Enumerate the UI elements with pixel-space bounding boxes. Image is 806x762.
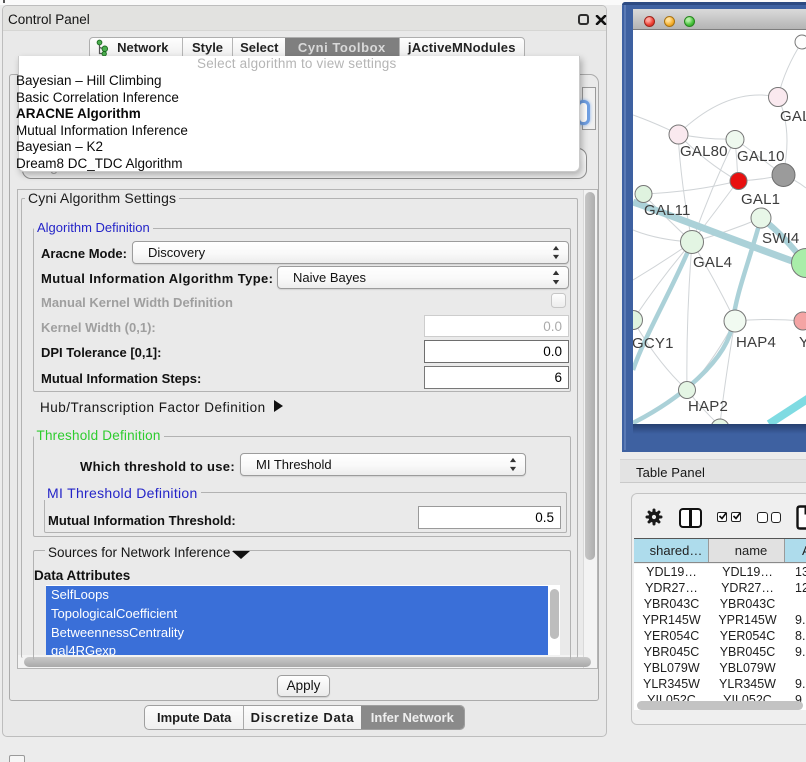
svg-text:GAL11: GAL11 xyxy=(644,202,691,219)
svg-text:Y: Y xyxy=(799,334,806,351)
svg-text:SWI4: SWI4 xyxy=(762,230,799,247)
svg-text:GAL4: GAL4 xyxy=(693,254,732,271)
svg-text:GAL7: GAL7 xyxy=(780,108,806,125)
svg-text:GAL80: GAL80 xyxy=(680,143,728,160)
svg-text:HAP4: HAP4 xyxy=(736,334,776,351)
svg-text:HAP2: HAP2 xyxy=(688,398,728,415)
svg-text:GCY1: GCY1 xyxy=(633,335,674,352)
svg-text:GAL10: GAL10 xyxy=(737,148,785,165)
svg-text:GAL1: GAL1 xyxy=(741,191,780,208)
